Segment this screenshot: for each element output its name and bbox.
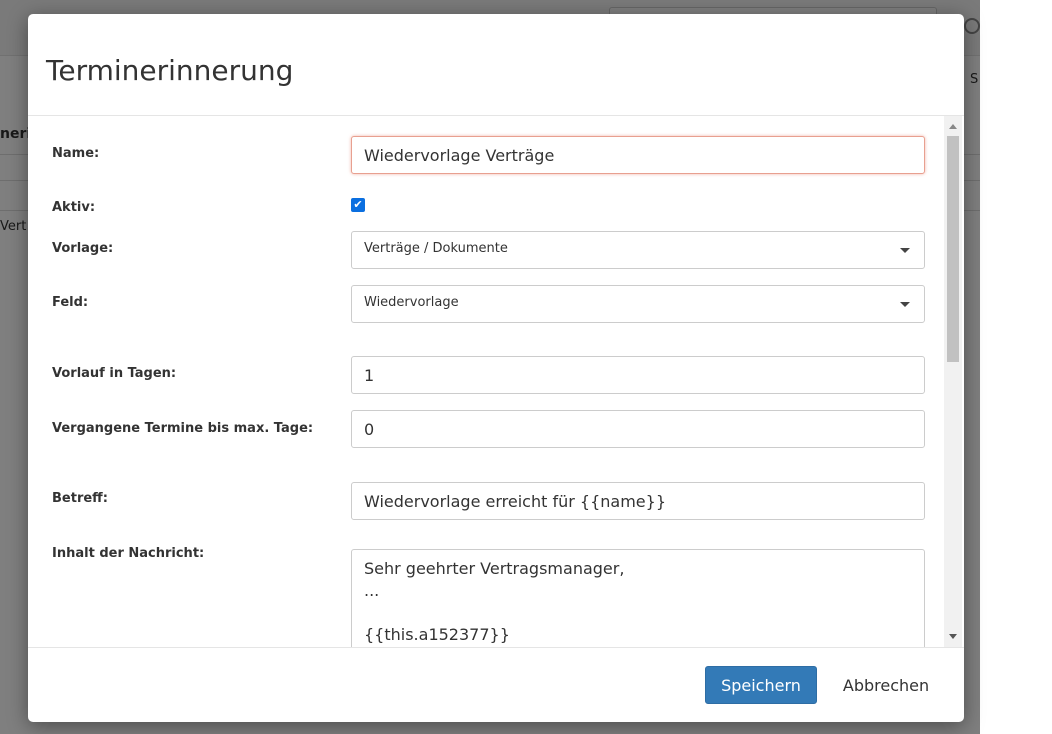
message-line: ...: [364, 581, 380, 600]
dialog-body: Name: Aktiv: ✔ Vorlage: Verträge / Dokum…: [28, 116, 944, 647]
aktiv-checkbox[interactable]: ✔: [351, 198, 365, 212]
name-input[interactable]: [351, 136, 925, 174]
dialog-scrollbar[interactable]: [944, 116, 962, 647]
dialog-title: Terminerinnerung: [46, 54, 294, 87]
save-button[interactable]: Speichern: [705, 666, 817, 704]
vorlauf-input[interactable]: [351, 356, 925, 394]
feld-label: Feld:: [52, 295, 89, 310]
dialog-footer: Speichern Abbrechen: [28, 647, 964, 722]
betreff-input[interactable]: [351, 482, 925, 520]
vorlage-selected-value: Verträge / Dokumente: [364, 241, 508, 256]
scroll-down-arrow-icon[interactable]: [949, 634, 957, 639]
vorlage-select[interactable]: Verträge / Dokumente: [351, 231, 925, 269]
message-line: Sehr geehrter Vertragsmanager,: [364, 559, 625, 578]
vorlauf-label: Vorlauf in Tagen:: [52, 366, 177, 381]
inhalt-label: Inhalt der Nachricht:: [52, 546, 205, 561]
cancel-button[interactable]: Abbrechen: [831, 666, 941, 704]
feld-selected-value: Wiedervorlage: [364, 295, 459, 310]
betreff-label: Betreff:: [52, 491, 108, 506]
inhalt-textarea[interactable]: Sehr geehrter Vertragsmanager, ... {{thi…: [351, 549, 925, 647]
name-label: Name:: [52, 146, 100, 161]
chevron-down-icon: [900, 248, 910, 253]
chevron-down-icon: [900, 302, 910, 307]
vorlage-label: Vorlage:: [52, 241, 114, 256]
vergangene-label: Vergangene Termine bis max. Tage:: [52, 421, 314, 436]
dialog-header: Terminerinnerung: [28, 14, 964, 116]
feld-select[interactable]: Wiedervorlage: [351, 285, 925, 323]
scroll-up-arrow-icon[interactable]: [949, 124, 957, 129]
message-line: [364, 602, 912, 624]
aktiv-label: Aktiv:: [52, 200, 96, 215]
reminder-dialog: Terminerinnerung Name: Aktiv: ✔ Vorlage:…: [28, 14, 964, 722]
scrollbar-thumb[interactable]: [947, 136, 959, 362]
message-line: {{this.a152377}}: [364, 625, 510, 644]
vergangene-input[interactable]: [351, 410, 925, 448]
